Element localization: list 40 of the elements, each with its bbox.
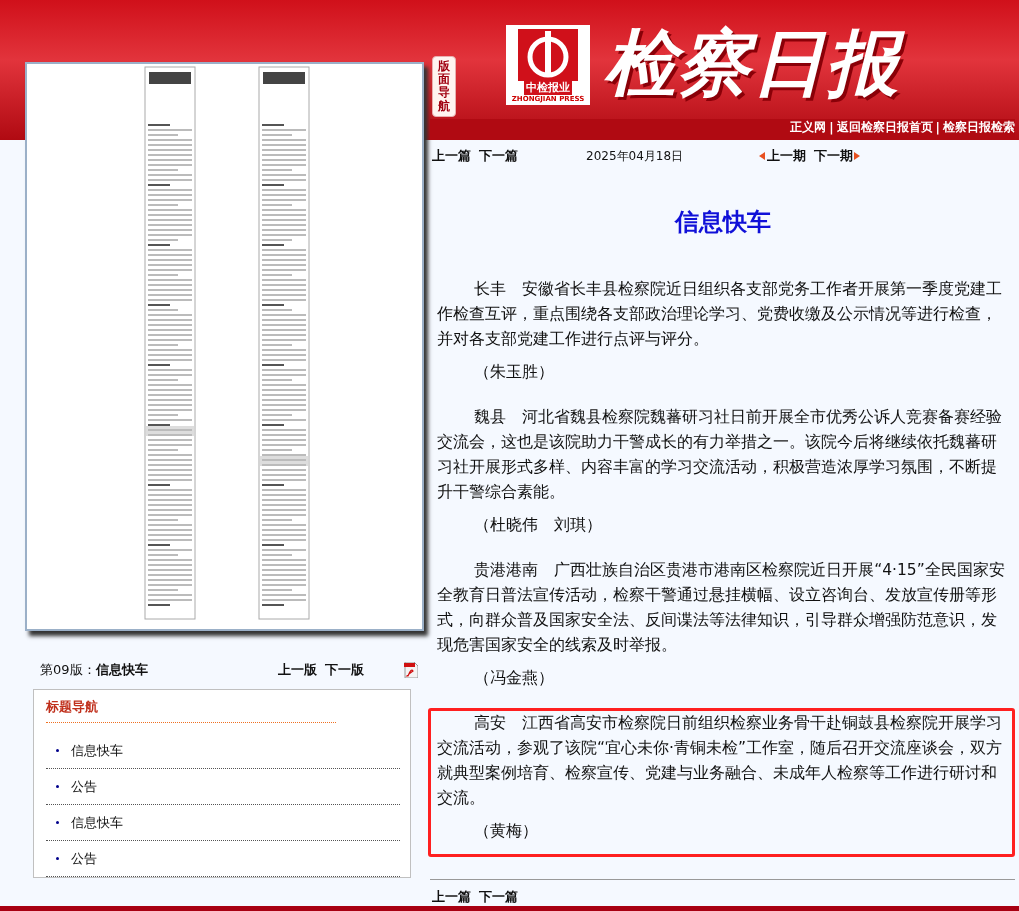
pdf-icon[interactable] (404, 662, 418, 678)
logo-mark-icon (518, 29, 578, 81)
arrow-icon (853, 152, 861, 160)
article-paragraph: 长丰 安徽省长丰县检察院近日组织各支部党务工作者开展第一季度党建工作检查互评，重点围绕各支部政治理论学习、党费收缴及公示情况等进行检查，并对各支部党建工作进行点评与评分。 (437, 279, 1004, 350)
byline: （朱玉胜） (473, 362, 556, 383)
next-article-link[interactable]: 下一篇 (479, 888, 518, 906)
title-nav-link[interactable]: 公告 (46, 769, 400, 805)
link-separator: | (935, 120, 940, 135)
page-label: 第09版：信息快车 (40, 661, 149, 679)
arrow-icon (759, 152, 767, 160)
title-nav-heading: 标题导航 (46, 698, 336, 723)
logo-badge: 中检报业 (524, 80, 572, 95)
next-page-link[interactable]: 下一版 (325, 661, 364, 679)
masthead-title: 检察日报 (604, 18, 914, 112)
title-nav-link[interactable]: 公告 (46, 841, 400, 877)
previous-article-link[interactable]: 上一篇 (432, 147, 471, 165)
next-issue-link[interactable]: 下一期 (814, 147, 854, 165)
section-nav-label[interactable]: 版面导航 (432, 56, 456, 117)
bullet-icon (56, 857, 59, 860)
header-link[interactable]: 检察日报检索 (943, 119, 1015, 136)
article-title: 信息快车 (673, 207, 772, 238)
link-separator: | (829, 120, 834, 135)
byline: （黄梅） (473, 821, 540, 842)
issue-date: 2025年04月18日 (586, 147, 684, 165)
byline: （杜晓伟 刘琪） (473, 515, 604, 536)
article-paragraph: 贵港港南 广西壮族自治区贵港市港南区检察院近日开展“4·15”全民国家安全教育日普法宣传活动，检察干警通过悬挂横幅、设立咨询台、发放宣传册等形式，向群众普及国家安全法、反间谍法等法律知识，引导群众增强防范意识，发现危害国家安全的线索及时举报。 (437, 560, 1006, 656)
bullet-icon (56, 785, 59, 788)
article-paragraph: 高安 江西省高安市检察院日前组织检察业务骨干赴铜鼓县检察院开展学习交流活动，参观了该院“宜心未你·青铜未检”工作室，随后召开交流座谈会，双方就典型案例培育、检察宣传、党建与业务融合、未成年人检察等工作进行研讨和交流。 (437, 713, 1004, 809)
previous-page-link[interactable]: 上一版 (278, 661, 317, 679)
bullet-icon (56, 749, 59, 752)
previous-article-link[interactable]: 上一篇 (432, 888, 471, 906)
header-link[interactable]: 返回检察日报首页 (836, 119, 933, 136)
next-article-link[interactable]: 下一篇 (479, 147, 518, 165)
bullet-icon (56, 821, 59, 824)
byline: （冯金燕） (473, 668, 556, 689)
title-nav-link[interactable]: 信息快车 (46, 805, 400, 841)
title-nav-link[interactable]: 信息快车 (46, 733, 400, 769)
header-link[interactable]: 正义网 (790, 119, 827, 136)
previous-issue-link[interactable]: 上一期 (767, 147, 807, 165)
article-paragraph: 魏县 河北省魏县检察院魏蕃研习社日前开展全市优秀公诉人竞赛备赛经验交流会，这也是该院助力干警成长的有力举措之一。该院今后将继续依托魏蕃研习社开展形式多样、内容丰富的学习交流活动，积极营造浓厚学习氛围，不断提升干警综合素能。 (437, 407, 1004, 503)
